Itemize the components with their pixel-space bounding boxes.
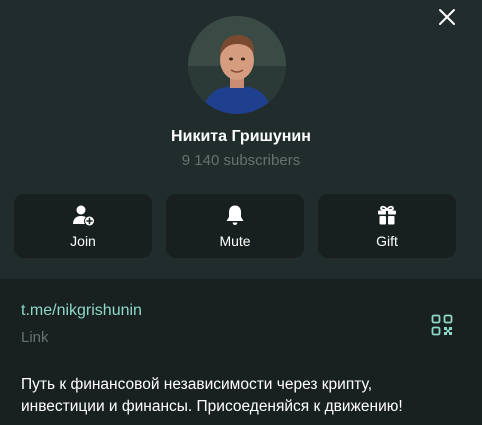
subscriber-count: 9 140 subscribers [181,152,301,169]
avatar-photo [188,16,286,114]
mute-button[interactable]: Mute [166,194,304,258]
add-user-icon [73,205,94,226]
bell-icon [226,205,244,225]
avatar [188,16,286,114]
close-icon [439,9,455,25]
channel-info-panel: t.me/nikgrishunin Link Путь к финансовой… [0,279,482,425]
gift-button[interactable]: Gift [318,194,456,258]
channel-description: Путь к финансовой независимости через кр… [21,374,471,418]
join-button[interactable]: Join [14,194,152,258]
action-bar: Join Mute Gift [14,194,468,258]
description-line-1: Путь к финансовой независимости через кр… [21,376,372,393]
close-button[interactable] [436,6,458,28]
link-caption: Link [21,329,49,346]
join-label: Join [70,233,96,249]
profile-header: Никита Гришунин 9 140 subscribers Join M… [0,0,482,279]
gift-label: Gift [376,233,398,249]
description-line-2: инвестиции и финансы. Присоеденяйся к дв… [21,398,403,415]
channel-link[interactable]: t.me/nikgrishunin [21,302,142,320]
qr-code-button[interactable] [431,314,453,336]
channel-name: Никита Гришунин [171,128,311,145]
mute-label: Mute [219,233,251,249]
qr-code-icon [431,314,453,336]
gift-icon [378,205,396,225]
